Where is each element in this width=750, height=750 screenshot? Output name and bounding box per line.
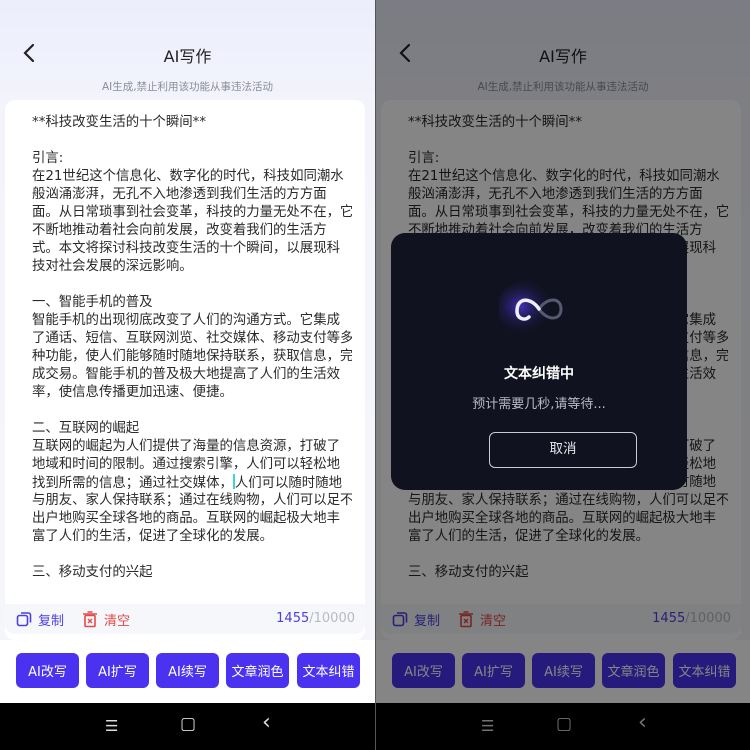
editor-line: 般汹涌澎湃，无孔不入地渗透到我们生活的方方面 [32,187,327,202]
page-title: AI写作 [163,47,212,66]
editor-line: 地域和时间的限制。通过搜索引擎，人们可以轻松地 [32,457,340,472]
system-nav-bar: ☰ ▢ ‹ [0,703,375,750]
editor-toolbar: 复制 清空 1455/10000 [5,604,365,634]
ai-rewrite-button[interactable]: AI改写 [16,653,79,688]
editor-line: 引言: [32,151,64,166]
ai-writing-screen-loading: AI写作 AI生成,禁止利用该功能从事违法活动 **科技改变生活的十个瞬间** 引… [375,0,750,750]
clear-button[interactable]: 清空 [82,604,130,634]
nav-back-icon[interactable]: ‹ [262,710,271,735]
char-count: 1455/10000 [276,611,355,626]
char-count-max: /10000 [309,611,355,626]
modal-overlay: 文本纠错中 预计需要几秒,请等待... 取消 [376,0,750,750]
editor-line: 成交易。智能手机的普及极大地提高了人们的生活效 [32,367,340,382]
polish-button[interactable]: 文章润色 [226,653,289,688]
dialog-title: 文本纠错中 [504,366,574,382]
editor-line: 与朋友、家人保持联系；通过在线购物，人们可以足不 [32,493,352,508]
text-cursor [232,474,235,489]
copy-icon [16,612,32,627]
clear-label: 清空 [104,613,131,629]
dialog-description: 预计需要几秒,请等待... [472,397,606,412]
editor-line: **科技改变生活的十个瞬间** [32,115,207,130]
editor-line: 找到所需的信息；通过社交媒体，人们可以随时随地 [32,474,342,491]
ai-continue-button[interactable]: AI续写 [156,653,219,688]
menu-icon[interactable]: ☰ [105,717,118,735]
editor-card: **科技改变生活的十个瞬间** 引言: 在21世纪这个信息化、数字化的时代，科技如同… [5,100,365,640]
editor-line: 面。从日常琐事到社会变革，科技的力量无处不在，它 [32,205,352,220]
trash-icon [83,610,97,627]
editor-line: 智能手机的出现彻底改变了人们的沟通方式。它集成 [32,313,340,328]
editor-line: 率，使信息传播更加迅速、便捷。 [32,385,233,400]
char-count-current: 1455 [276,611,310,626]
copy-label: 复制 [38,613,65,629]
home-icon[interactable]: ▢ [180,714,196,734]
editor-line: 种功能，使人们能够随时随地保持联系，获取信息，完 [32,349,352,364]
editor-line: 出户地购买全球各地的商品。互联网的崛起极大地丰 [32,511,340,526]
editor-line: 二、互联网的崛起 [32,421,140,436]
editor-line: 互联网的崛起为人们提供了海量的信息资源，打破了 [32,439,340,454]
loading-dialog: 文本纠错中 预计需要几秒,请等待... 取消 [391,233,687,490]
infinity-loading-icon [499,279,565,339]
editor-line: 了通话、短信、互联网浏览、社交媒体、移动支付等多 [32,331,352,346]
proofread-button[interactable]: 文本纠错 [297,653,360,688]
editor-line: 技对社会发展的深远影响。 [32,259,193,274]
editor-line: 在21世纪这个信息化、数字化的时代，科技如同潮水 [32,169,344,184]
editor-line: 三、移动支付的兴起 [32,565,153,580]
editor-line: 一、智能手机的普及 [32,295,153,310]
ai-expand-button[interactable]: AI扩写 [86,653,149,688]
page-subtitle: AI生成,禁止利用该功能从事违法活动 [101,81,274,93]
ai-writing-screen: AI写作 AI生成,禁止利用该功能从事违法活动 **科技改变生活的十个瞬间** 引… [0,0,375,750]
editor-line: 式。本文将探讨科技改变生活的十个瞬间，以展现科 [32,241,340,256]
text-editor[interactable]: **科技改变生活的十个瞬间** 引言: 在21世纪这个信息化、数字化的时代，科技如同… [32,114,352,594]
action-bar: AI改写 AI扩写 AI续写 文章润色 文本纠错 [0,640,375,703]
editor-line: 不断地推动着社会向前发展，改变着我们的生活方 [32,223,327,238]
copy-button[interactable]: 复制 [16,604,64,634]
cancel-button[interactable]: 取消 [489,432,637,468]
editor-line: 富了人们的生活，促进了全球化的发展。 [32,529,274,544]
